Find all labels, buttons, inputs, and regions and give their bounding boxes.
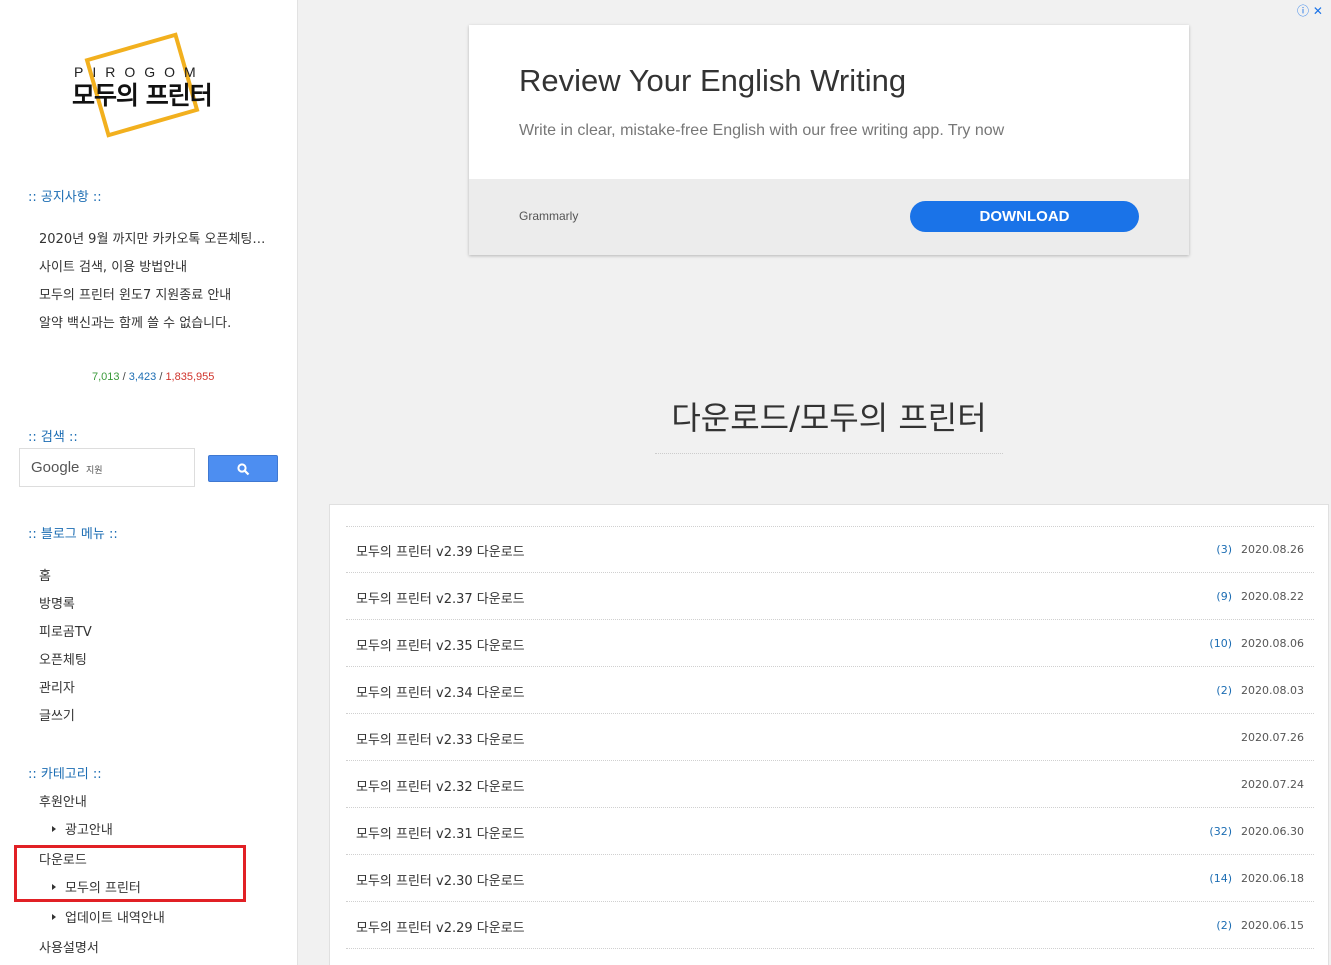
post-date: 2020.06.30 [1241, 825, 1304, 838]
post-date: 2020.07.24 [1241, 778, 1304, 791]
triangle-right-icon [52, 914, 56, 920]
category-item-support[interactable]: 후원안내 [39, 791, 87, 810]
category-label: 광고안내 [65, 823, 113, 838]
ad-brand: Grammarly [519, 209, 579, 223]
ad-footer: Grammarly DOWNLOAD [469, 179, 1189, 255]
post-title[interactable]: 모두의 프린터 v2.37 다운로드 [356, 588, 525, 607]
post-date: 2020.06.18 [1241, 872, 1304, 885]
counter-separator: / [159, 371, 163, 383]
post-title[interactable]: 모두의 프린터 v2.32 다운로드 [356, 776, 525, 795]
sidebar: PIROGOM 모두의 프린터 :: 공지사항 :: 2020년 9월 까지만 … [0, 0, 298, 965]
post-title[interactable]: 모두의 프린터 v2.39 다운로드 [356, 541, 525, 560]
post-title[interactable]: 모두의 프린터 v2.34 다운로드 [356, 682, 525, 701]
ad-description: Write in clear, mistake-free English wit… [519, 122, 1005, 139]
counter-total: 1,835,955 [165, 371, 215, 383]
post-date: 2020.08.06 [1241, 637, 1304, 650]
post-date: 2020.08.22 [1241, 590, 1304, 603]
post-title[interactable]: 모두의 프린터 v2.33 다운로드 [356, 729, 525, 748]
counter-separator: / [122, 371, 126, 383]
search-title: :: 검색 :: [28, 430, 78, 445]
menu-item-write[interactable]: 글쓰기 [39, 705, 75, 724]
ad-banner[interactable]: Review Your English Writing Write in cle… [469, 25, 1189, 255]
post-row[interactable]: 모두의 프린터 v2.35 다운로드 (10) 2020.08.06 [346, 620, 1314, 667]
post-row[interactable]: 모두의 프린터 v2.34 다운로드 (2) 2020.08.03 [346, 667, 1314, 714]
post-row[interactable]: 모두의 프린터 v2.32 다운로드 2020.07.24 [346, 761, 1314, 808]
post-comment-count: (2) [1216, 684, 1232, 697]
site-logo[interactable]: PIROGOM 모두의 프린터 [72, 30, 228, 138]
menu-item-openchat[interactable]: 오픈체팅 [39, 649, 87, 668]
post-comment-count: (2) [1216, 919, 1232, 932]
counter-today: 7,013 [92, 371, 120, 383]
ad-download-button[interactable]: DOWNLOAD [910, 201, 1139, 232]
blog-menu-title: :: 블로그 메뉴 :: [28, 527, 118, 542]
ad-info-close-icon[interactable]: ⓘ ✕ [1297, 2, 1323, 19]
post-title[interactable]: 모두의 프린터 v2.35 다운로드 [356, 635, 525, 654]
post-title[interactable]: 모두의 프린터 v2.30 다운로드 [356, 870, 525, 889]
category-item-updates[interactable]: 업데이트 내역안내 [52, 907, 165, 926]
page-title: 다운로드/모두의 프린터 [671, 399, 987, 437]
post-title[interactable]: 모두의 프린터 v2.31 다운로드 [356, 823, 525, 842]
category-title: :: 카테고리 :: [28, 767, 102, 782]
search-sub-label: 지원 [86, 466, 103, 476]
triangle-right-icon [52, 826, 56, 832]
post-date: 2020.06.15 [1241, 919, 1304, 932]
visitor-counter: 7,013 / 3,423 / 1,835,955 [92, 371, 214, 383]
counter-yesterday: 3,423 [128, 371, 157, 383]
logo-main-text: 모두의 프린터 [72, 81, 213, 110]
title-divider [655, 453, 1003, 454]
post-comment-count: (9) [1216, 590, 1232, 603]
post-date: 2020.08.26 [1241, 543, 1304, 556]
menu-item-admin[interactable]: 관리자 [39, 677, 75, 696]
google-label: Google [31, 459, 80, 476]
search-icon [237, 463, 250, 476]
post-title[interactable]: 모두의 프린터 v2.29 다운로드 [356, 917, 525, 936]
post-row[interactable]: 모두의 프린터 v2.39 다운로드 (3) 2020.08.26 [346, 526, 1314, 573]
category-item-ads[interactable]: 광고안내 [52, 819, 113, 838]
post-date: 2020.07.26 [1241, 731, 1304, 744]
notice-item[interactable]: 사이트 검색, 이용 방법안내 [39, 256, 187, 275]
menu-item-home[interactable]: 홈 [39, 565, 51, 584]
post-row[interactable]: 모두의 프린터 v2.29 다운로드 (2) 2020.06.15 [346, 902, 1314, 949]
post-row[interactable]: 모두의 프린터 v2.31 다운로드 (32) 2020.06.30 [346, 808, 1314, 855]
post-list: 모두의 프린터 v2.39 다운로드 (3) 2020.08.26 모두의 프린터 v… [329, 504, 1329, 965]
notice-item[interactable]: 2020년 9월 까지만 카카오톡 오픈체팅… [39, 228, 265, 247]
post-date: 2020.08.03 [1241, 684, 1304, 697]
post-row[interactable]: 모두의 프린터 v2.33 다운로드 2020.07.26 [346, 714, 1314, 761]
ad-title[interactable]: Review Your English Writing [519, 63, 906, 99]
post-row[interactable]: 모두의 프린터 v2.30 다운로드 (14) 2020.06.18 [346, 855, 1314, 902]
notice-item[interactable]: 모두의 프린터 윈도7 지원종료 안내 [39, 284, 231, 303]
post-comment-count: (14) [1209, 872, 1232, 885]
search-button[interactable] [208, 455, 278, 482]
post-row[interactable]: 모두의 프린터 v2.37 다운로드 (9) 2020.08.22 [346, 573, 1314, 620]
post-comment-count: (10) [1209, 637, 1232, 650]
category-item-manual[interactable]: 사용설명서 [39, 937, 99, 956]
category-label: 업데이트 내역안내 [65, 911, 165, 926]
post-comment-count: (32) [1209, 825, 1232, 838]
notice-title: :: 공지사항 :: [28, 190, 102, 205]
menu-item-guestbook[interactable]: 방명록 [39, 593, 75, 612]
menu-item-tv[interactable]: 피로곰TV [39, 621, 92, 640]
search-input[interactable]: Google 지원 [19, 448, 195, 487]
post-comment-count: (3) [1216, 543, 1232, 556]
notice-item[interactable]: 알약 백신과는 함께 쓸 수 없습니다. [39, 312, 231, 331]
highlight-box [14, 845, 246, 902]
